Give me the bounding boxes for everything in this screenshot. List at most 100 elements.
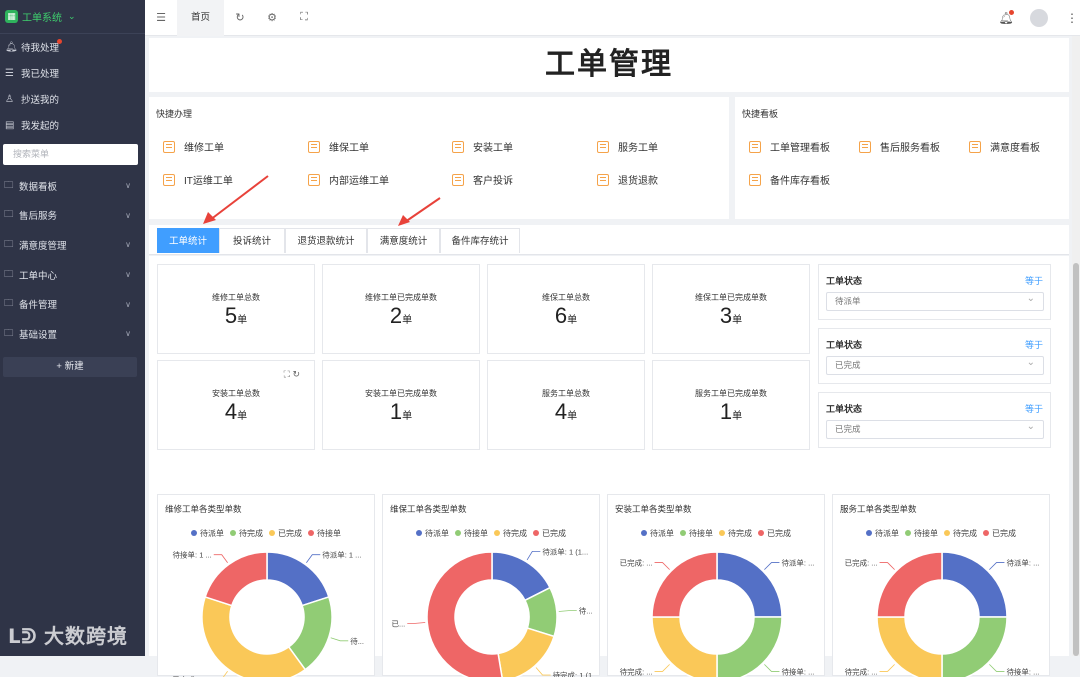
refresh-icon[interactable]: ↻ (292, 369, 300, 379)
nav-pending[interactable]: 🔔︎ 待我处理 (0, 34, 145, 60)
stat-number: 1 (389, 399, 403, 424)
chevron-down-icon: ∨ (125, 329, 131, 339)
donut-slice[interactable] (941, 551, 1008, 618)
donut-slice[interactable] (651, 551, 718, 618)
chevron-down-icon: ⌄ (68, 11, 76, 21)
quick-action-label: 退货退款 (618, 176, 658, 187)
quick-action-label: 服务工单 (618, 143, 658, 154)
slice-label: 待接单: ... (781, 666, 814, 676)
scrollbar[interactable] (1072, 36, 1080, 656)
tab-refund-stats[interactable]: 退货退款统计 (285, 228, 367, 253)
board-after-sales[interactable]: 售后服务看板 (859, 139, 940, 154)
tab-spare-parts-stats[interactable]: 备件库存统计 (440, 228, 520, 253)
chevron-down-icon: ∨ (125, 181, 131, 191)
menu-satisfaction[interactable]: 🗀︎ 满意度管理 ∨ (0, 230, 145, 260)
new-button[interactable]: + 新建 (3, 356, 137, 377)
donut-slice[interactable] (651, 616, 718, 677)
menu-settings[interactable]: 🗀︎ 基础设置 ∨ (0, 319, 145, 349)
stat-card: 安装工单已完成单数 1单 (322, 360, 480, 450)
stat-label: 维保工单已完成单数 (695, 293, 767, 302)
stat-label: 维修工单总数 (212, 293, 260, 302)
stat-unit: 单 (732, 411, 743, 422)
menu-search-input[interactable]: 搜索菜单 (3, 144, 138, 165)
avatar[interactable] (1030, 8, 1048, 27)
nav-cc[interactable]: ♙ 抄送我的 (0, 86, 145, 112)
donut-slice[interactable] (201, 595, 307, 677)
donut-slice[interactable] (716, 551, 783, 618)
donut-slice[interactable] (204, 551, 268, 607)
quick-action-repair[interactable]: 维修工单 (163, 139, 224, 154)
refresh-icon[interactable]: ↻ (224, 11, 256, 24)
nav-label: 抄送我的 (21, 95, 60, 106)
brand[interactable]: ▦ 工单系统 ⌄ (0, 0, 145, 34)
board-satisfaction[interactable]: 满意度看板 (969, 139, 1040, 154)
notification-bell-icon[interactable]: 🔔︎ (996, 9, 1016, 25)
watermark-text: 大数跨境 (43, 626, 128, 648)
donut-slice[interactable] (716, 616, 783, 677)
nav-initiated[interactable]: ▤ 我发起的 (0, 112, 145, 138)
menu-ticket-center[interactable]: 🗀︎ 工单中心 ∨ (0, 260, 145, 290)
slice-label: 待派单: ... (781, 558, 814, 568)
bell-icon: 🔔︎ (5, 41, 18, 53)
filter-select[interactable]: 已完成 (826, 354, 1044, 375)
folder-icon: 🗀︎ (4, 209, 14, 221)
fullscreen-icon[interactable]: ⛶ (288, 11, 320, 24)
gear-icon[interactable]: ⚙ (256, 11, 288, 24)
annotation-arrow-2 (404, 197, 441, 223)
quick-action-service[interactable]: 服务工单 (597, 139, 658, 154)
notification-dot (1009, 9, 1014, 15)
filter-operator[interactable]: 等于 (1025, 402, 1043, 415)
tab-ticket-stats[interactable]: 工单统计 (157, 228, 219, 253)
quick-action-maintenance[interactable]: 维保工单 (308, 139, 369, 154)
donut-slice[interactable] (266, 551, 330, 607)
menu-collapse-icon[interactable]: ☰ (145, 11, 177, 24)
filter-operator[interactable]: 等于 (1025, 274, 1043, 287)
menu-after-sales[interactable]: 🗀︎ 售后服务 ∨ (0, 201, 145, 231)
doc-icon: ▤ (5, 119, 15, 131)
stat-card: 服务工单总数 4单 (487, 360, 645, 450)
label-leader-line (526, 551, 541, 561)
nav-label: 待我处理 (21, 43, 60, 54)
folder-icon: 🗀︎ (4, 268, 14, 280)
user-icon: ♙ (5, 93, 14, 105)
more-vertical-icon[interactable]: ⋮ (1066, 11, 1080, 25)
label-leader-line (535, 667, 551, 676)
filter-operator[interactable]: 等于 (1025, 338, 1043, 351)
chevron-down-icon: ∨ (125, 210, 131, 220)
nav-handled[interactable]: ☰ 我已处理 (0, 60, 145, 86)
label-leader-line (654, 562, 670, 570)
quick-action-complaint[interactable]: 客户投诉 (452, 172, 513, 187)
donut-chart: 待派单: ... 待接单: ... 待完成: ... 已完成: ... (845, 551, 1039, 677)
tab-complaint-stats[interactable]: 投诉统计 (219, 228, 285, 253)
menu-dashboard[interactable]: 🗀︎ 数据看板 ∨ (0, 171, 145, 201)
slice-label: 已完成: ... (620, 558, 653, 568)
stat-card: 维修工单总数 5单 (157, 264, 315, 354)
board-spare-parts[interactable]: 备件库存看板 (749, 172, 830, 187)
quick-action-refund[interactable]: 退货退款 (597, 172, 658, 187)
quick-action-install[interactable]: 安装工单 (452, 139, 513, 154)
slice-label: 待完成: ... (620, 666, 653, 676)
donut-slice[interactable] (426, 551, 503, 677)
donut-slice[interactable] (876, 616, 943, 677)
document-icon (308, 140, 320, 153)
board-label: 工单管理看板 (770, 143, 830, 154)
stats-tabs: 工单统计 投诉统计 退货退款统计 满意度统计 备件库存统计 (149, 225, 1069, 255)
board-ticket-management[interactable]: 工单管理看板 (749, 139, 830, 154)
fullscreen-icon[interactable]: ⛶ (284, 369, 290, 379)
donut-slice[interactable] (876, 551, 943, 618)
menu-spare-parts[interactable]: 🗀︎ 备件管理 ∨ (0, 289, 145, 319)
scrollbar-thumb[interactable] (1073, 263, 1079, 656)
label-leader-line (213, 554, 228, 564)
chevron-down-icon: ∨ (125, 270, 131, 280)
tab-home[interactable]: 首页 (177, 0, 225, 36)
stat-unit: 单 (402, 315, 413, 326)
filter-select[interactable]: 已完成 (826, 418, 1044, 439)
donut-slice[interactable] (497, 627, 555, 677)
filter-select[interactable]: 待派单 (826, 290, 1044, 311)
chevron-down-icon: ∨ (125, 299, 131, 309)
stat-value: 2单 (323, 303, 479, 329)
donut-slice[interactable] (941, 616, 1008, 677)
label-leader-line (407, 622, 426, 624)
page-title: 工单管理 (149, 38, 1069, 92)
tab-satisfaction-stats[interactable]: 满意度统计 (367, 228, 440, 253)
